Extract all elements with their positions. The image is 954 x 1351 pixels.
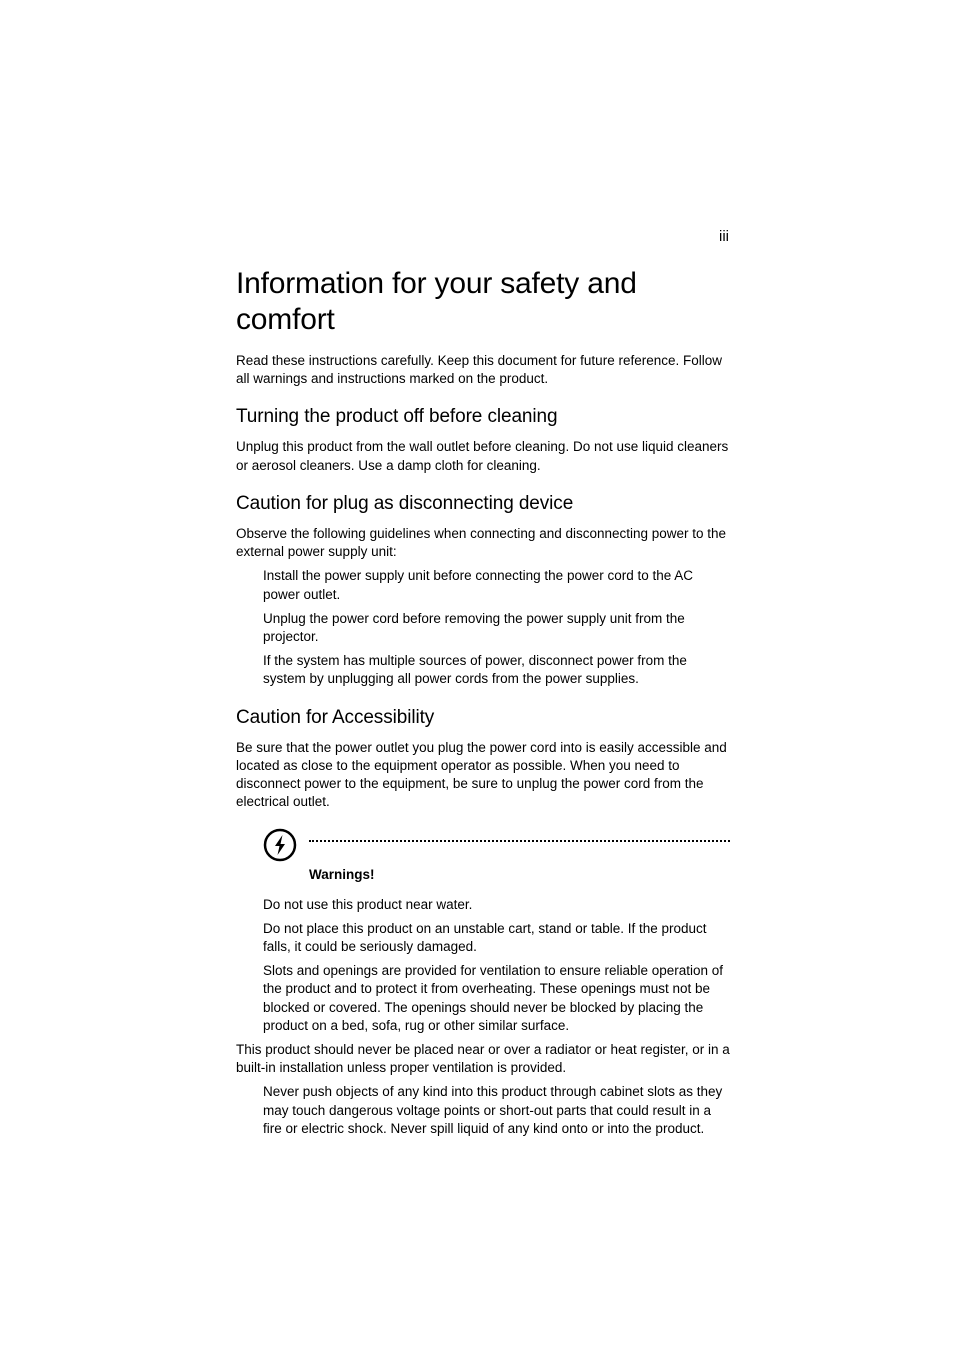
list-item: Unplug the power cord before removing th… — [263, 610, 730, 646]
bullet-list: Never push objects of any kind into this… — [263, 1083, 730, 1138]
list-item: Never push objects of any kind into this… — [263, 1083, 730, 1138]
section-heading-accessibility: Caution for Accessibility — [236, 707, 730, 729]
page-content: Information for your safety and comfort … — [236, 266, 730, 1144]
bullet-list: Install the power supply unit before con… — [263, 567, 730, 688]
section-para: Be sure that the power outlet you plug t… — [236, 739, 730, 812]
section-heading-cleaning: Turning the product off before cleaning — [236, 406, 730, 428]
dotted-divider — [309, 840, 730, 842]
body-paragraph: This product should never be placed near… — [236, 1041, 730, 1077]
page-title: Information for your safety and comfort — [236, 266, 730, 338]
intro-paragraph: Read these instructions carefully. Keep … — [236, 352, 730, 388]
section-intro: Observe the following guidelines when co… — [236, 525, 730, 561]
section-para: Unplug this product from the wall outlet… — [236, 438, 730, 474]
section-heading-plug: Caution for plug as disconnecting device — [236, 493, 730, 515]
warning-label: Warnings! — [309, 866, 730, 884]
list-item: Do not place this product on an unstable… — [263, 920, 730, 956]
list-item: If the system has multiple sources of po… — [263, 652, 730, 688]
list-item: Slots and openings are provided for vent… — [263, 962, 730, 1035]
list-item: Install the power supply unit before con… — [263, 567, 730, 603]
bullet-list: Do not use this product near water. Do n… — [263, 896, 730, 1036]
warning-lightning-icon — [263, 828, 297, 862]
list-item: Do not use this product near water. — [263, 896, 730, 914]
warning-divider-row — [263, 828, 730, 862]
page-number: iii — [719, 228, 729, 245]
